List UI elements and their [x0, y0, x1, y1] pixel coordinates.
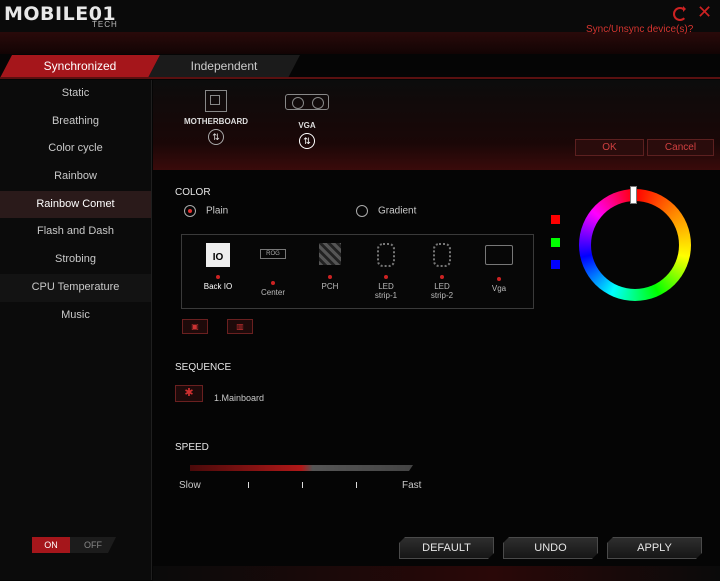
device-label: VGA	[298, 121, 316, 130]
app-logo-sub: TECH	[92, 20, 118, 29]
undo-button[interactable]: UNDO	[503, 537, 598, 559]
zone-label: Back IO	[203, 282, 233, 291]
swatch-green[interactable]	[551, 238, 560, 247]
zone-label: LED strip-1	[374, 282, 398, 300]
speed-slider[interactable]	[190, 465, 413, 471]
gear-icon: ✱	[184, 387, 194, 399]
zone-vga[interactable]: Vga	[471, 243, 527, 293]
zone-label: LED strip-2	[430, 282, 454, 300]
sidebar-item-flash-and-dash[interactable]: Flash and Dash	[0, 218, 151, 246]
speed-fast-label: Fast	[402, 480, 422, 491]
sidebar-item-cpu-temperature[interactable]: CPU Temperature	[0, 273, 151, 302]
swatch-red[interactable]	[551, 215, 560, 224]
sync-icon[interactable]: ⇅	[208, 129, 224, 145]
sync-question: Sync/Unsync device(s)?	[586, 24, 694, 35]
sidebar-item-rainbow-comet[interactable]: Rainbow Comet	[0, 190, 151, 219]
tab-synchronized[interactable]: Synchronized	[0, 55, 160, 78]
sequence-item: 1.Mainboard	[214, 393, 265, 403]
radio-dot[interactable]	[356, 205, 368, 217]
default-button[interactable]: DEFAULT	[399, 537, 494, 559]
zone-back-io[interactable]: IO Back IO	[190, 243, 246, 291]
sidebar-item-color-cycle[interactable]: Color cycle	[0, 135, 151, 163]
io-icon: IO	[206, 243, 230, 267]
radio-gradient-label: Gradient	[378, 205, 417, 217]
power-toggle[interactable]: ON OFF	[32, 537, 118, 553]
led-strip-icon	[377, 243, 395, 267]
apply-button[interactable]: APPLY	[607, 537, 702, 559]
color-wheel[interactable]	[579, 189, 691, 301]
speed-heading: SPEED	[175, 442, 209, 453]
close-icon[interactable]: ✕	[697, 2, 712, 23]
motherboard-icon	[205, 90, 227, 112]
sidebar-item-rainbow[interactable]: Rainbow	[0, 163, 151, 191]
radio-gradient[interactable]: Gradient	[356, 205, 416, 217]
power-off-option[interactable]: OFF	[70, 537, 116, 553]
select-all-zones-button[interactable]: ▣	[182, 319, 208, 334]
zone-label: Vga	[491, 284, 507, 293]
zone-center[interactable]: ROG Center	[245, 243, 301, 297]
zone-indicator	[497, 277, 501, 281]
zone-indicator	[216, 275, 220, 279]
power-on-option[interactable]: ON	[32, 537, 70, 553]
radio-plain-label: Plain	[206, 205, 229, 217]
sequence-settings-button[interactable]: ✱	[175, 385, 203, 402]
graphics-card-icon	[285, 94, 329, 110]
zone-pch[interactable]: PCH	[302, 243, 358, 291]
sync-icon[interactable]: ⇅	[299, 133, 315, 149]
swatch-blue[interactable]	[551, 260, 560, 269]
zone-indicator	[440, 275, 444, 279]
cancel-button[interactable]: Cancel	[647, 139, 714, 156]
radio-plain[interactable]: Plain	[184, 205, 228, 217]
chipset-icon	[319, 243, 341, 265]
speed-slow-label: Slow	[179, 480, 201, 491]
sidebar-item-static[interactable]: Static	[0, 80, 151, 108]
tab-divider	[0, 77, 720, 79]
header-glow	[0, 32, 720, 54]
sidebar-item-breathing[interactable]: Breathing	[0, 108, 151, 136]
speed-tick	[356, 482, 357, 488]
sidebar-item-music[interactable]: Music	[0, 302, 151, 330]
zone-led-strip-2[interactable]: LED strip-2	[414, 243, 470, 300]
graphics-card-icon	[485, 245, 513, 265]
zone-label: Center	[260, 288, 285, 297]
device-bar: MOTHERBOARD ⇅ VGA ⇅	[153, 80, 720, 170]
color-wheel-handle[interactable]	[630, 186, 637, 204]
zone-led-strip-1[interactable]: LED strip-1	[358, 243, 414, 300]
tab-independent[interactable]: Independent	[148, 55, 300, 78]
speed-tick	[248, 482, 249, 488]
sidebar-item-strobing[interactable]: Strobing	[0, 246, 151, 274]
mode-tabs: Synchronized Independent	[0, 55, 310, 78]
ok-button[interactable]: OK	[575, 139, 644, 156]
zone-label: PCH	[321, 282, 339, 291]
effects-sidebar: Static Breathing Color cycle Rainbow Rai…	[0, 80, 152, 580]
zone-indicator	[384, 275, 388, 279]
zone-indicator	[271, 281, 275, 285]
select-zone-button[interactable]: ▥	[227, 319, 253, 334]
device-vga[interactable]: VGA ⇅	[267, 90, 347, 149]
radio-dot[interactable]	[184, 205, 196, 217]
device-motherboard[interactable]: MOTHERBOARD ⇅	[176, 90, 256, 145]
device-label: MOTHERBOARD	[184, 117, 248, 126]
rog-logo-icon: ROG	[260, 249, 286, 259]
sequence-heading: SEQUENCE	[175, 362, 232, 373]
zone-indicator	[328, 275, 332, 279]
speed-tick	[302, 482, 303, 488]
zone-panel: IO Back IO ROG Center PCH LED strip-1 LED…	[181, 234, 534, 309]
footer-glow	[153, 566, 720, 581]
color-heading: COLOR	[175, 187, 211, 198]
refresh-icon[interactable]	[673, 6, 687, 21]
led-strip-icon	[433, 243, 451, 267]
